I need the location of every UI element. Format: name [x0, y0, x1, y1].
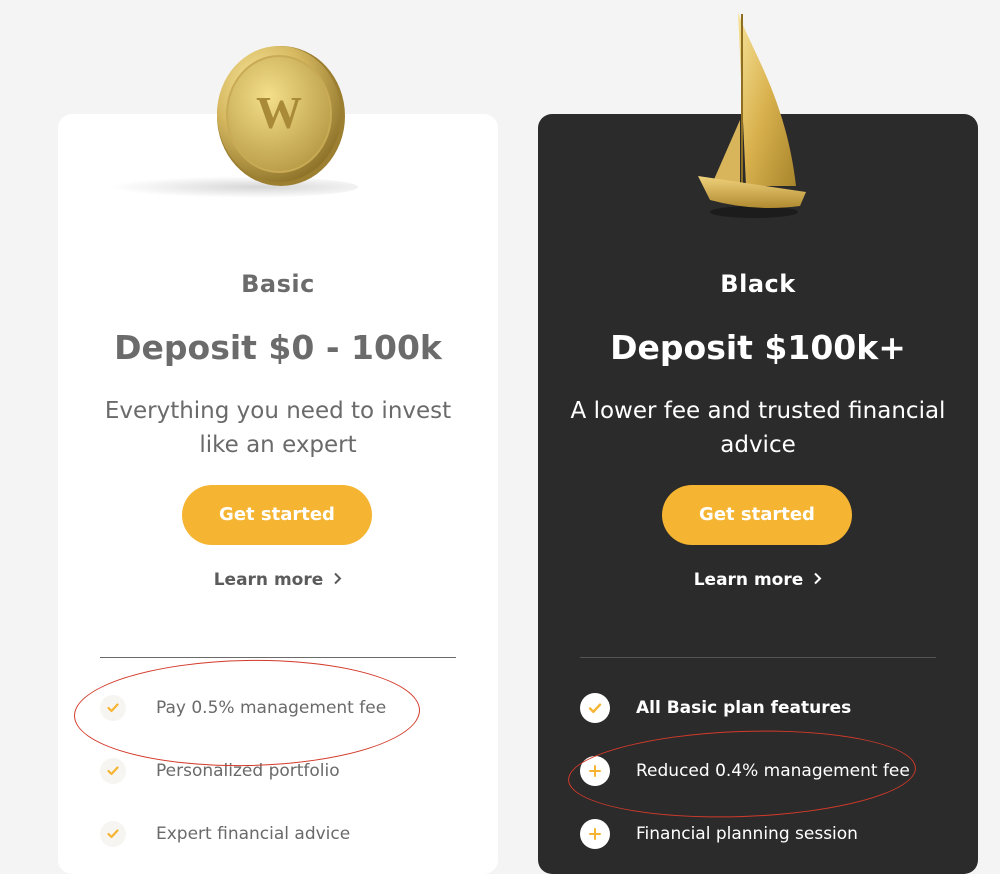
chevron-right-icon — [813, 570, 822, 590]
feature-text: All Basic plan features — [636, 698, 852, 718]
learn-more-label: Learn more — [213, 570, 324, 590]
check-icon — [100, 758, 126, 784]
learn-more-label: Learn more — [693, 570, 804, 590]
plan-name: Basic — [241, 270, 315, 298]
deposit-range: Deposit $0 - 100k — [114, 328, 442, 367]
plan-name: Black — [720, 270, 796, 298]
sailboat-icon — [694, 8, 810, 220]
section-divider — [580, 657, 936, 658]
deposit-range: Deposit $100k+ — [610, 328, 906, 367]
gold-coin-icon: W — [214, 44, 348, 188]
plan-description: Everything you need to invest like an ex… — [104, 398, 452, 458]
plus-icon — [580, 819, 610, 849]
feature-item: Expert financial advice — [100, 819, 350, 849]
get-started-button[interactable]: Get started — [182, 485, 372, 545]
check-icon — [580, 693, 610, 723]
feature-text: Financial planning session — [636, 824, 858, 844]
chevron-right-icon — [333, 570, 342, 590]
section-divider — [100, 657, 456, 658]
learn-more-link[interactable]: Learn more — [538, 570, 978, 590]
feature-item: All Basic plan features — [580, 693, 851, 723]
get-started-button[interactable]: Get started — [662, 485, 852, 545]
plan-description: A lower fee and trusted financial advice — [570, 398, 946, 458]
feature-text: Expert financial advice — [156, 824, 351, 844]
check-icon — [100, 821, 126, 847]
feature-item: Financial planning session — [580, 819, 858, 849]
learn-more-link[interactable]: Learn more — [58, 570, 498, 590]
coin-letter: W — [256, 87, 302, 138]
